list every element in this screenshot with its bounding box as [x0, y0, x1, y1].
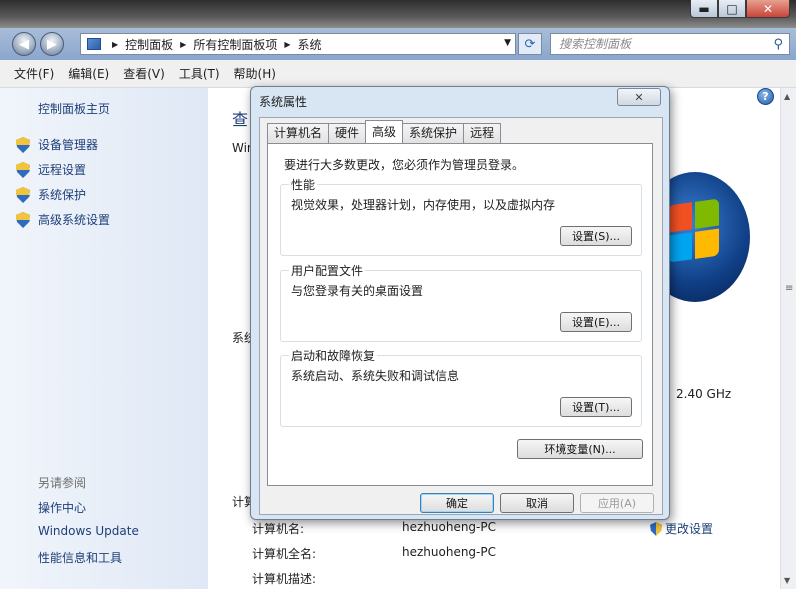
system-properties-dialog: 系统属性 ✕ 计算机名 硬件 高级 系统保护 远程 要进行大多数更改，您必须作为…: [250, 86, 670, 520]
refresh-button[interactable]: ⟳: [518, 33, 542, 55]
back-button[interactable]: ◀: [12, 32, 36, 56]
scroll-up-icon[interactable]: ▲: [784, 92, 790, 101]
admin-notice: 要进行大多数更改，您必须作为管理员登录。: [284, 158, 525, 172]
uac-shield-icon: [650, 521, 662, 536]
address-toolbar: ◀ ▶ ▶ 控制面板 ▶ 所有控制面板项 ▶ 系统 ▼ ⟳ 搜索控制面板 ⚲: [0, 28, 796, 60]
dialog-title: 系统属性: [259, 95, 308, 109]
apply-button[interactable]: 应用(A): [580, 493, 654, 513]
performance-group-desc: 视觉效果，处理器计划，内存使用，以及虚拟内存: [291, 198, 556, 212]
sidebar-item-system-protection[interactable]: 系统保护: [16, 186, 86, 203]
menu-help[interactable]: 帮助(H): [234, 65, 276, 82]
breadcrumb-system[interactable]: 系统: [298, 36, 322, 53]
user-profiles-settings-button[interactable]: 设置(E)...: [560, 312, 632, 332]
dialog-close-button[interactable]: ✕: [617, 88, 661, 106]
performance-settings-button[interactable]: 设置(S)...: [560, 226, 632, 246]
sidebar-item-label: 远程设置: [38, 163, 87, 177]
processor-speed-value: 2.40 GHz: [676, 387, 732, 401]
sidebar-item-label: 高级系统设置: [38, 213, 111, 227]
sidebar-item-label: 系统保护: [38, 188, 87, 202]
breadcrumb-all-items[interactable]: 所有控制面板项: [193, 36, 277, 53]
window-titlebar: ▬ □ ✕: [0, 0, 796, 28]
search-input[interactable]: 搜索控制面板 ⚲: [550, 33, 790, 55]
see-also-action-center[interactable]: 操作中心: [38, 499, 86, 516]
close-icon: ✕: [634, 90, 644, 104]
refresh-icon: ⟳: [524, 36, 536, 52]
page-heading-fragment: 查: [232, 110, 249, 129]
computer-full-name-label: 计算机全名:: [252, 547, 317, 561]
tab-hardware[interactable]: 硬件: [328, 123, 367, 143]
menu-file[interactable]: 文件(F): [14, 65, 54, 82]
change-settings-label: 更改设置: [665, 522, 714, 536]
menu-view[interactable]: 查看(V): [123, 65, 165, 82]
scroll-grip-icon[interactable]: ≡: [785, 283, 793, 294]
close-button[interactable]: ✕: [746, 0, 790, 18]
tab-advanced[interactable]: 高级: [365, 120, 404, 143]
see-also-heading: 另请参阅: [38, 476, 87, 490]
environment-variables-button[interactable]: 环境变量(N)...: [517, 439, 643, 459]
user-profiles-group: 用户配置文件 与您登录有关的桌面设置 设置(E)...: [280, 262, 642, 342]
cancel-button[interactable]: 取消: [500, 493, 574, 513]
left-navigation-pane: 控制面板主页 设备管理器 远程设置 系统保护 高级系统设置 另请参阅 操作中心 …: [0, 88, 208, 589]
tab-remote[interactable]: 远程: [463, 123, 502, 143]
performance-group-title: 性能: [289, 176, 318, 193]
change-settings-link[interactable]: 更改设置: [650, 520, 713, 537]
sidebar-item-label: 设备管理器: [38, 138, 99, 152]
user-profiles-group-title: 用户配置文件: [289, 262, 366, 279]
computer-name-label: 计算机名:: [252, 522, 305, 536]
advanced-tab-page: 要进行大多数更改，您必须作为管理员登录。 性能 视觉效果，处理器计划，内存使用，…: [267, 143, 653, 486]
chevron-down-icon[interactable]: ▼: [504, 38, 511, 48]
uac-shield-icon: [16, 136, 30, 153]
computer-full-name-value: hezhuoheng-PC: [402, 545, 496, 559]
uac-shield-icon: [16, 211, 30, 228]
uac-shield-icon: [16, 161, 30, 178]
sidebar-item-remote-settings[interactable]: 远程设置: [16, 161, 86, 178]
user-profiles-group-desc: 与您登录有关的桌面设置: [291, 284, 424, 298]
startup-recovery-group-title: 启动和故障恢复: [289, 347, 378, 364]
menu-bar: 文件(F) 编辑(E) 查看(V) 工具(T) 帮助(H): [0, 60, 796, 88]
dialog-tabs: 计算机名 硬件 高级 系统保护 远程: [267, 120, 502, 143]
see-also-performance-tools[interactable]: 性能信息和工具: [38, 549, 122, 566]
startup-recovery-settings-button[interactable]: 设置(T)...: [560, 397, 632, 417]
scroll-down-icon[interactable]: ▼: [784, 576, 790, 585]
sidebar-item-advanced-settings[interactable]: 高级系统设置: [16, 211, 110, 228]
breadcrumb-control-panel[interactable]: 控制面板: [125, 36, 173, 53]
vertical-scrollbar[interactable]: ▲ ≡ ▼: [780, 88, 796, 589]
tab-system-protection[interactable]: 系统保护: [402, 123, 465, 143]
startup-recovery-group-desc: 系统启动、系统失败和调试信息: [291, 369, 460, 383]
help-icon[interactable]: ?: [757, 88, 774, 105]
breadcrumb-separator-icon: ▶: [284, 39, 291, 49]
sidebar-item-device-manager[interactable]: 设备管理器: [16, 136, 98, 153]
startup-recovery-group: 启动和故障恢复 系统启动、系统失败和调试信息 设置(T)...: [280, 347, 642, 427]
ok-button[interactable]: 确定: [420, 493, 494, 513]
control-panel-icon: [87, 38, 101, 50]
search-icon[interactable]: ⚲: [773, 35, 783, 55]
window-controls: ▬ □ ✕: [690, 0, 790, 18]
menu-tools[interactable]: 工具(T): [179, 65, 220, 82]
computer-description-label: 计算机描述:: [252, 572, 317, 586]
maximize-button[interactable]: □: [718, 0, 746, 18]
forward-button[interactable]: ▶: [40, 32, 64, 56]
breadcrumb-separator-icon: ▶: [112, 39, 119, 49]
search-placeholder: 搜索控制面板: [559, 37, 632, 51]
see-also-windows-update[interactable]: Windows Update: [38, 524, 139, 538]
minimize-button[interactable]: ▬: [690, 0, 718, 18]
menu-edit[interactable]: 编辑(E): [68, 65, 109, 82]
address-bar[interactable]: ▶ 控制面板 ▶ 所有控制面板项 ▶ 系统 ▼: [80, 33, 516, 55]
tab-computer-name[interactable]: 计算机名: [267, 123, 330, 143]
breadcrumb-separator-icon: ▶: [180, 39, 187, 49]
computer-name-value: hezhuoheng-PC: [402, 520, 496, 534]
uac-shield-icon: [16, 186, 30, 203]
performance-group: 性能 视觉效果，处理器计划，内存使用，以及虚拟内存 设置(S)...: [280, 176, 642, 256]
control-panel-home-link[interactable]: 控制面板主页: [38, 100, 110, 117]
